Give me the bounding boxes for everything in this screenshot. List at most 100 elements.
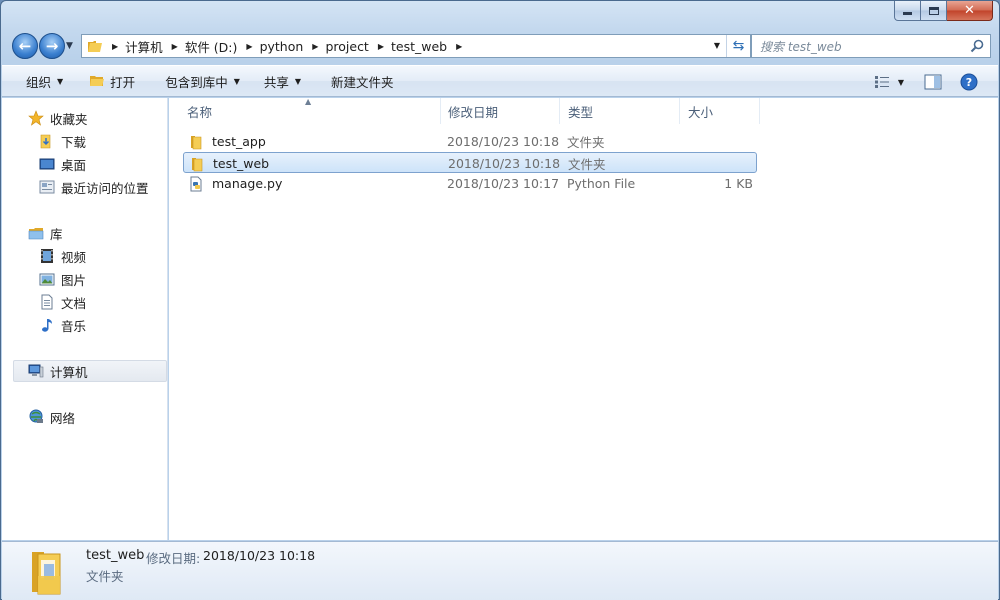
chevron-down-icon: ▼ bbox=[897, 77, 904, 87]
column-header-size[interactable]: 大小 bbox=[680, 98, 760, 124]
column-label-type: 类型 bbox=[568, 104, 594, 120]
desktop-icon bbox=[39, 156, 55, 172]
video-library-icon bbox=[39, 248, 55, 264]
nav-item-network[interactable]: 网络 bbox=[28, 406, 192, 428]
file-type: 文件夹 bbox=[568, 157, 606, 172]
include-in-library-button[interactable]: 包含到库中 ▼ bbox=[155, 69, 250, 93]
arrow-left-icon: ← bbox=[18, 36, 32, 55]
nav-label-documents: 文档 bbox=[61, 295, 87, 311]
chevron-right-icon[interactable]: ▶ bbox=[172, 42, 178, 51]
downloads-folder-icon bbox=[39, 133, 55, 149]
back-button[interactable]: ← bbox=[12, 33, 38, 59]
maximize-button[interactable] bbox=[921, 1, 947, 21]
breadcrumb-drive-d[interactable]: 软件 (D:) bbox=[185, 37, 238, 56]
new-folder-button[interactable]: 新建文件夹 bbox=[321, 69, 404, 93]
chevron-right-icon[interactable]: ▶ bbox=[312, 42, 318, 51]
column-label-name: 名称 bbox=[187, 104, 213, 120]
recent-pages-dropdown[interactable]: ▼ bbox=[66, 41, 73, 51]
arrow-right-icon: → bbox=[45, 36, 59, 55]
music-library-icon bbox=[39, 317, 55, 333]
file-row-selected[interactable]: test_web 2018/10/23 10:18 文件夹 bbox=[183, 152, 757, 173]
column-label-modified: 修改日期 bbox=[448, 104, 499, 120]
folder-icon bbox=[190, 156, 206, 172]
breadcrumb-python[interactable]: python bbox=[260, 39, 304, 54]
address-bar[interactable]: ▶ 计算机 ▶ 软件 (D:) ▶ python ▶ project ▶ tes… bbox=[81, 34, 751, 58]
open-label: 打开 bbox=[110, 74, 136, 90]
file-size bbox=[684, 153, 754, 174]
refresh-button[interactable]: ⇆ bbox=[726, 35, 750, 57]
chevron-down-icon: ▼ bbox=[233, 76, 240, 86]
caption-buttons: ✕ bbox=[894, 1, 993, 21]
svg-text:?: ? bbox=[966, 76, 972, 89]
chevron-right-icon[interactable]: ▶ bbox=[112, 42, 118, 51]
breadcrumb-project[interactable]: project bbox=[325, 39, 368, 54]
breadcrumb-computer[interactable]: 计算机 bbox=[125, 37, 163, 56]
chevron-right-icon[interactable]: ▶ bbox=[378, 42, 384, 51]
sort-ascending-icon: ▲ bbox=[305, 97, 312, 106]
navigation-row: ← → ▼ ▶ 计算机 ▶ 软件 (D:) ▶ python ▶ project… bbox=[9, 33, 991, 59]
open-folder-icon bbox=[90, 76, 105, 86]
address-history-dropdown[interactable]: ▼ bbox=[714, 41, 720, 50]
details-view-icon bbox=[874, 76, 889, 88]
chevron-right-icon[interactable]: ▶ bbox=[456, 42, 462, 51]
search-box[interactable]: 搜索 test_web bbox=[751, 34, 991, 58]
file-list-view: 名称 ▲ 修改日期 类型 大小 test_app 2018/10/23 10:1… bbox=[169, 97, 998, 540]
libraries-icon bbox=[28, 225, 44, 241]
maximize-icon bbox=[928, 6, 939, 15]
file-size bbox=[683, 131, 753, 152]
recent-places-icon bbox=[39, 179, 55, 195]
command-bar: 组织 ▼ 打开 包含到库中 ▼ 共享 ▼ 新建文件夹 ▼ ? bbox=[2, 65, 998, 97]
file-name: test_web bbox=[213, 156, 270, 171]
nav-label-videos: 视频 bbox=[61, 249, 87, 265]
chevron-down-icon: ▼ bbox=[57, 76, 64, 86]
details-modified-value: 2018/10/23 10:18 bbox=[203, 548, 316, 563]
nav-label-downloads: 下载 bbox=[61, 134, 87, 150]
change-view-button[interactable]: ▼ bbox=[868, 70, 910, 94]
nav-label-computer: 计算机 bbox=[50, 364, 88, 380]
file-modified: 2018/10/23 10:17 bbox=[447, 176, 560, 191]
nav-item-libraries[interactable]: 库 bbox=[28, 222, 192, 244]
refresh-icon: ⇆ bbox=[732, 38, 745, 54]
computer-icon bbox=[28, 363, 44, 379]
column-label-size: 大小 bbox=[688, 104, 714, 120]
preview-pane-button[interactable] bbox=[918, 70, 948, 94]
nav-item-favorites[interactable]: 收藏夹 bbox=[28, 107, 192, 129]
details-item-name: test_web bbox=[86, 548, 145, 563]
nav-label-libraries: 库 bbox=[50, 226, 63, 242]
chevron-right-icon[interactable]: ▶ bbox=[246, 42, 252, 51]
column-header-row: 名称 ▲ 修改日期 类型 大小 bbox=[169, 97, 998, 124]
file-modified: 2018/10/23 10:18 bbox=[448, 156, 561, 171]
folder-icon bbox=[88, 41, 102, 52]
details-pane: test_web 修改日期: 2018/10/23 10:18 文件夹 bbox=[2, 541, 998, 600]
folder-icon bbox=[189, 134, 205, 150]
share-label: 共享 bbox=[263, 74, 289, 90]
file-name: manage.py bbox=[212, 176, 283, 191]
file-row[interactable]: test_app 2018/10/23 10:18 文件夹 bbox=[183, 131, 757, 152]
forward-button[interactable]: → bbox=[39, 33, 65, 59]
column-header-type[interactable]: 类型 bbox=[560, 98, 680, 124]
file-row[interactable]: manage.py 2018/10/23 10:17 Python File 1… bbox=[183, 173, 757, 194]
nav-item-computer[interactable]: 计算机 bbox=[13, 360, 167, 382]
file-type: 文件夹 bbox=[567, 135, 605, 150]
column-header-modified[interactable]: 修改日期 bbox=[440, 98, 560, 124]
breadcrumb-test-web[interactable]: test_web bbox=[391, 39, 447, 54]
organize-button[interactable]: 组织 ▼ bbox=[16, 69, 73, 93]
explorer-window: ✕ ← → ▼ ▶ 计算机 ▶ 软件 (D:) ▶ python ▶ proje… bbox=[0, 0, 1000, 600]
minimize-button[interactable] bbox=[894, 1, 921, 21]
close-icon: ✕ bbox=[964, 3, 975, 18]
python-file-icon bbox=[189, 176, 205, 192]
open-button[interactable]: 打开 bbox=[79, 69, 145, 93]
search-icon[interactable] bbox=[970, 39, 984, 53]
help-button[interactable]: ? bbox=[954, 70, 984, 94]
nav-label-network: 网络 bbox=[50, 410, 76, 426]
help-icon: ? bbox=[960, 73, 978, 91]
file-type: Python File bbox=[567, 176, 636, 191]
share-button[interactable]: 共享 ▼ bbox=[254, 69, 311, 93]
preview-pane-icon bbox=[924, 74, 942, 90]
nav-label-favorites: 收藏夹 bbox=[50, 111, 88, 127]
close-button[interactable]: ✕ bbox=[947, 1, 993, 21]
minimize-icon bbox=[903, 12, 912, 15]
picture-library-icon bbox=[39, 271, 55, 287]
view-controls: ▼ ? bbox=[868, 70, 984, 94]
details-modified-label: 修改日期: bbox=[146, 551, 201, 566]
